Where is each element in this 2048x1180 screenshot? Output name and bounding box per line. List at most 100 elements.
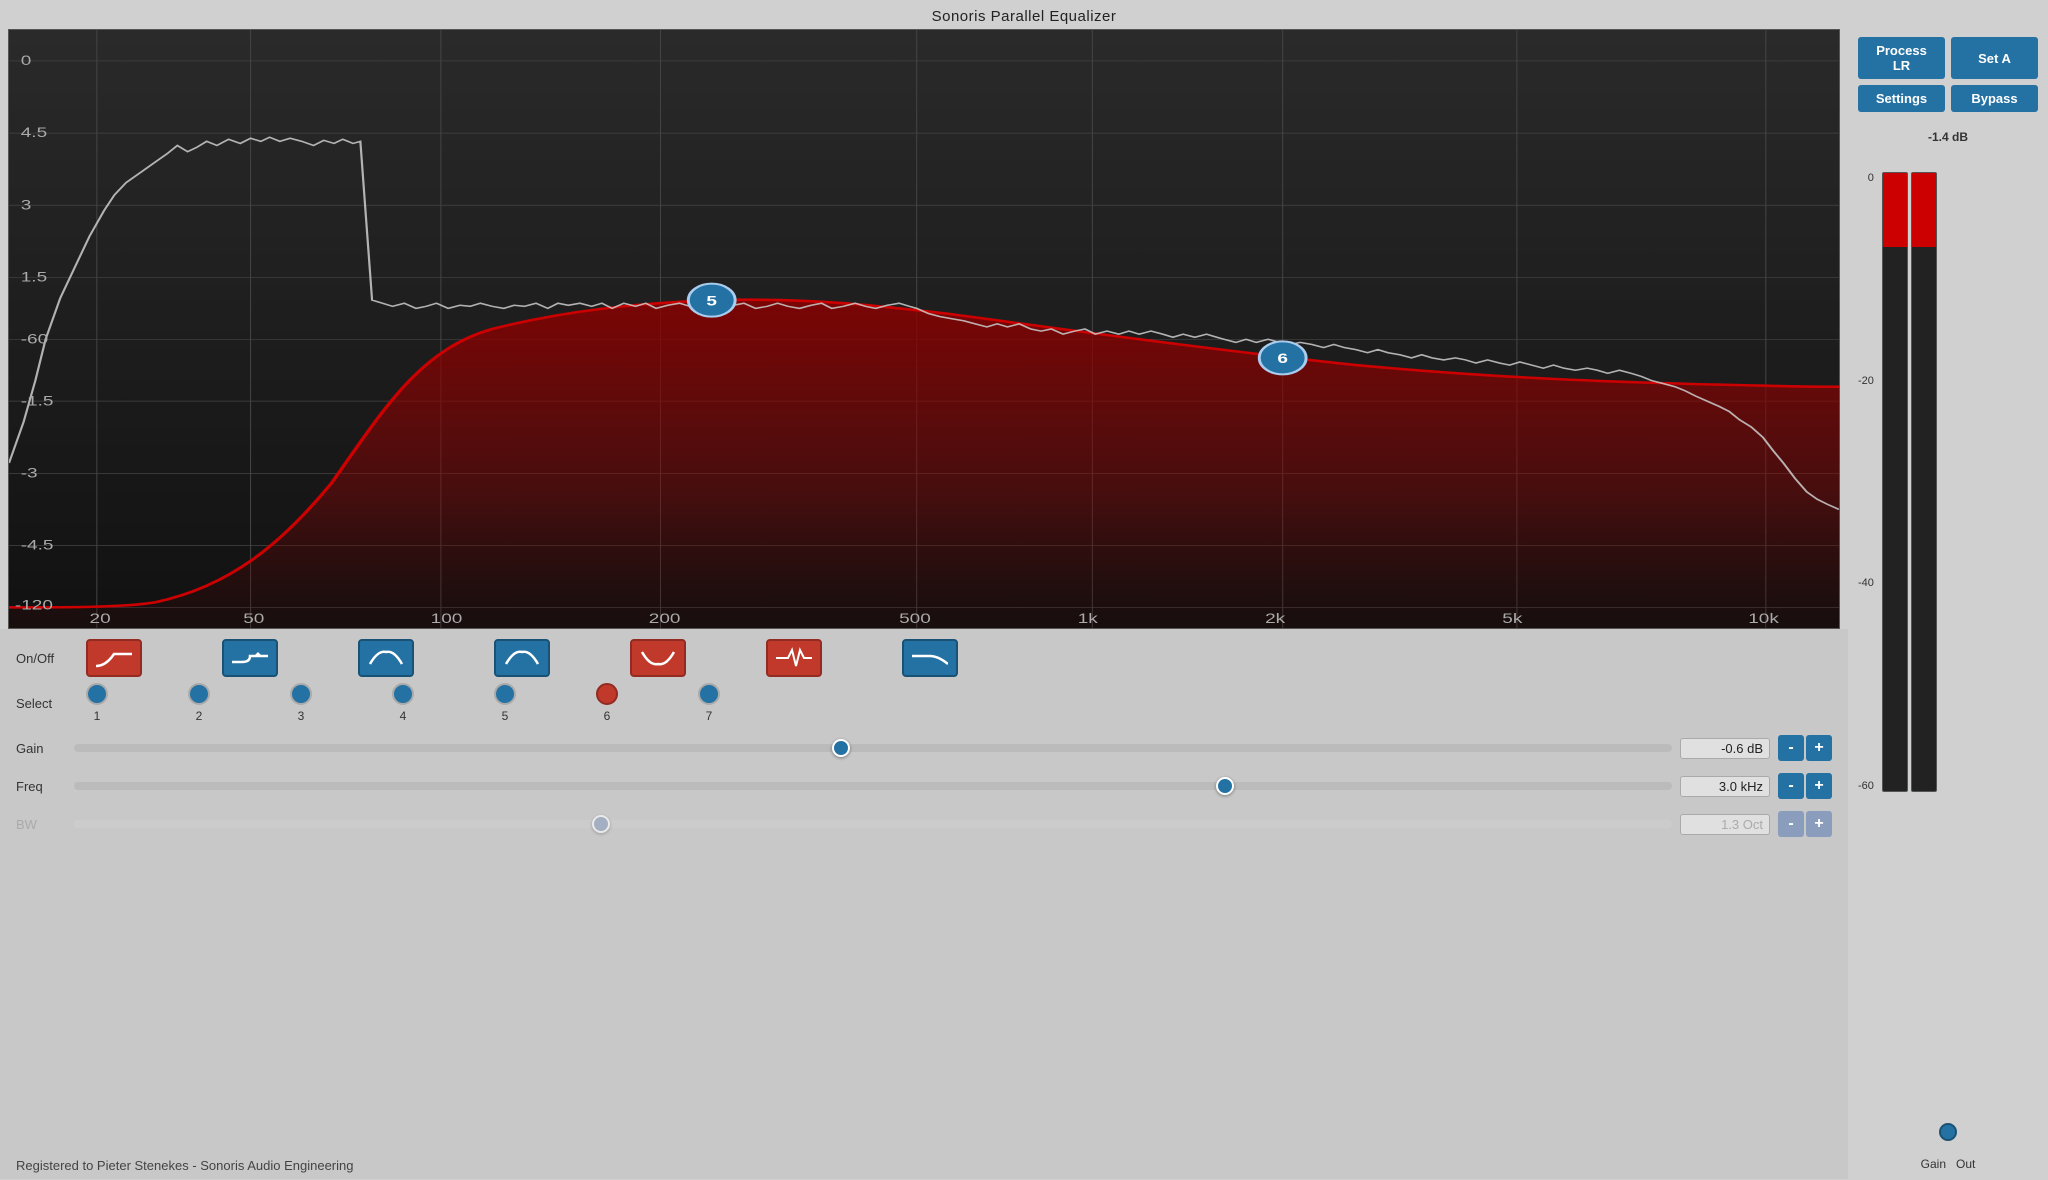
freq-row: Freq 3.0 kHz - +	[16, 773, 1832, 799]
svg-text:1.5: 1.5	[21, 270, 47, 285]
svg-text:-1.5: -1.5	[21, 394, 54, 409]
band-6-number: 6	[604, 709, 611, 723]
band-onoff-row: On/Off	[16, 639, 1832, 677]
svg-text:500: 500	[899, 611, 931, 626]
freq-thumb[interactable]	[1216, 777, 1234, 795]
bypass-button[interactable]: Bypass	[1951, 85, 2038, 112]
band-7-number: 7	[706, 709, 713, 723]
bw-buttons: - +	[1778, 811, 1832, 837]
svg-text:10k: 10k	[1748, 611, 1780, 626]
bw-minus-button[interactable]: -	[1778, 811, 1804, 837]
band-2-dot[interactable]	[188, 683, 210, 705]
process-lr-button[interactable]: Process LR	[1858, 37, 1945, 79]
band-2-selector[interactable]: 2	[188, 683, 210, 723]
freq-value: 3.0 kHz	[1680, 776, 1770, 797]
svg-text:5k: 5k	[1502, 611, 1523, 626]
svg-text:50: 50	[243, 611, 264, 626]
gain-slider[interactable]	[74, 744, 1672, 752]
vu-bottom-labels: Gain Out	[1858, 1147, 2038, 1171]
right-buttons-row: Process LR Set A	[1858, 37, 2038, 79]
onoff-label: On/Off	[16, 651, 76, 666]
svg-text:6: 6	[1277, 352, 1288, 367]
eq-canvas[interactable]: 0 4.5 3 1.5 -60 -1.5 -3 -4.5 -120 20 50 …	[8, 29, 1840, 629]
vu-scale: 0 -20 -40 -60	[1858, 172, 1874, 792]
svg-text:1k: 1k	[1078, 611, 1099, 626]
svg-text:-120: -120	[15, 598, 53, 613]
vu-scale-0: 0	[1858, 172, 1874, 184]
band-selectors: 1 2 3 4 5	[86, 683, 720, 723]
band-1-number: 1	[94, 709, 101, 723]
band-buttons	[86, 639, 958, 677]
vu-db-label: -1.4 dB	[1858, 130, 2038, 144]
band-select-row: Select 1 2 3 4	[16, 683, 1832, 723]
band-1-dot[interactable]	[86, 683, 108, 705]
svg-text:-3: -3	[21, 466, 38, 481]
freq-plus-button[interactable]: +	[1806, 773, 1832, 799]
band-5-selector[interactable]: 5	[494, 683, 516, 723]
band-4-button[interactable]	[494, 639, 550, 677]
freq-label: Freq	[16, 779, 66, 794]
gain-value: -0.6 dB	[1680, 738, 1770, 759]
gain-buttons: - +	[1778, 735, 1832, 761]
app-title: Sonoris Parallel Equalizer	[0, 0, 2048, 29]
svg-text:-4.5: -4.5	[21, 538, 54, 553]
band-7-button[interactable]	[902, 639, 958, 677]
footer: Registered to Pieter Stenekes - Sonoris …	[0, 1152, 1848, 1179]
freq-minus-button[interactable]: -	[1778, 773, 1804, 799]
svg-text:-60: -60	[21, 332, 48, 347]
band-6-button[interactable]	[766, 639, 822, 677]
band-2-button[interactable]	[222, 639, 278, 677]
right-panel: Process LR Set A Settings Bypass -1.4 dB…	[1848, 29, 2048, 1179]
band-1-button[interactable]	[86, 639, 142, 677]
select-label: Select	[16, 696, 76, 711]
band-3-number: 3	[298, 709, 305, 723]
svg-text:20: 20	[90, 611, 111, 626]
gain-thumb[interactable]	[832, 739, 850, 757]
gain-row: Gain -0.6 dB - +	[16, 735, 1832, 761]
band-5-number: 5	[502, 709, 509, 723]
bw-value: 1.3 Oct	[1680, 814, 1770, 835]
band-4-selector[interactable]: 4	[392, 683, 414, 723]
bw-label: BW	[16, 817, 66, 832]
vu-scale-40: -40	[1858, 577, 1874, 589]
vu-bar-right	[1911, 172, 1937, 792]
vu-scale-60: -60	[1858, 780, 1874, 792]
band-6-selector[interactable]: 6	[596, 683, 618, 723]
band-1-selector[interactable]: 1	[86, 683, 108, 723]
vu-meter-right	[1911, 172, 1937, 792]
bw-plus-button[interactable]: +	[1806, 811, 1832, 837]
gain-bottom-label: Gain	[1921, 1157, 1946, 1171]
gain-dot[interactable]	[1939, 1123, 1957, 1141]
svg-text:5: 5	[706, 294, 717, 309]
band-5-button[interactable]	[630, 639, 686, 677]
band-3-selector[interactable]: 3	[290, 683, 312, 723]
vu-bar-left	[1882, 172, 1908, 792]
set-a-button[interactable]: Set A	[1951, 37, 2038, 79]
band-3-dot[interactable]	[290, 683, 312, 705]
band-2-number: 2	[196, 709, 203, 723]
footer-text: Registered to Pieter Stenekes - Sonoris …	[16, 1158, 353, 1173]
band-6-dot[interactable]	[596, 683, 618, 705]
freq-slider[interactable]	[74, 782, 1672, 790]
band-7-selector[interactable]: 7	[698, 683, 720, 723]
gain-plus-button[interactable]: +	[1806, 735, 1832, 761]
bw-thumb[interactable]	[592, 815, 610, 833]
svg-text:3: 3	[21, 198, 32, 213]
band-5-dot[interactable]	[494, 683, 516, 705]
vu-section: 0 -20 -40 -60	[1858, 172, 2038, 1087]
svg-text:0: 0	[21, 54, 32, 69]
vu-scale-20: -20	[1858, 375, 1874, 387]
band-7-dot[interactable]	[698, 683, 720, 705]
gain-minus-button[interactable]: -	[1778, 735, 1804, 761]
gain-label: Gain	[16, 741, 66, 756]
bw-slider[interactable]	[74, 820, 1672, 828]
svg-text:200: 200	[649, 611, 681, 626]
out-bottom-label: Out	[1956, 1157, 1975, 1171]
svg-text:100: 100	[431, 611, 463, 626]
band-4-dot[interactable]	[392, 683, 414, 705]
settings-button[interactable]: Settings	[1858, 85, 1945, 112]
vu-meter-left	[1882, 172, 1908, 792]
freq-buttons: - +	[1778, 773, 1832, 799]
svg-text:2k: 2k	[1265, 611, 1286, 626]
band-3-button[interactable]	[358, 639, 414, 677]
